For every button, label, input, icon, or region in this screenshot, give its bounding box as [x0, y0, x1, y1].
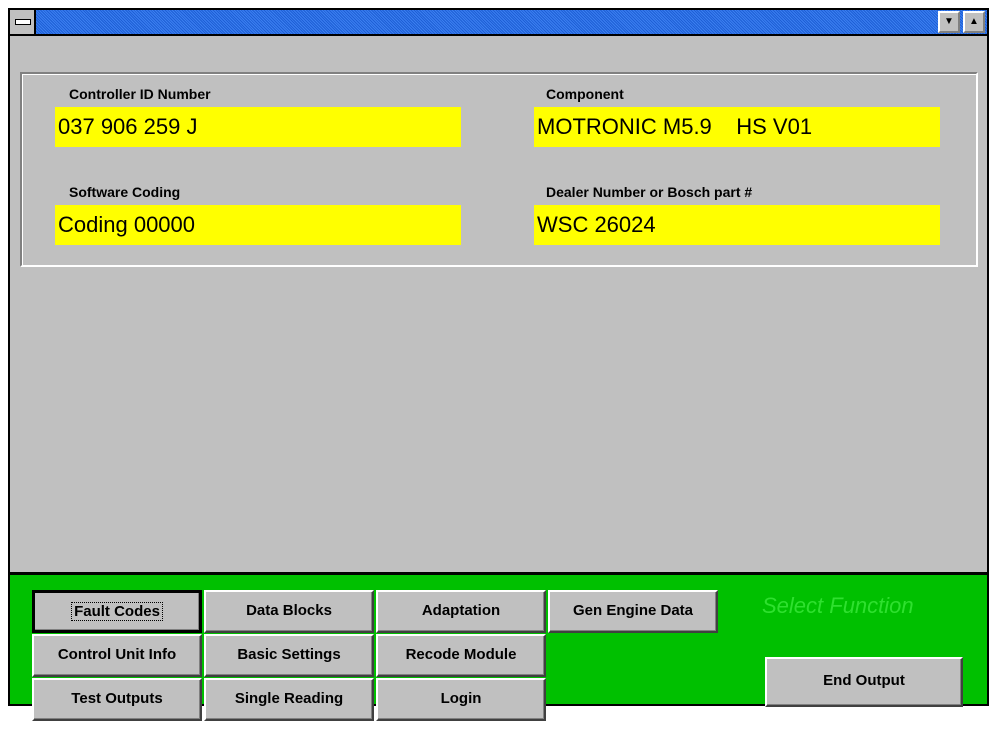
software-coding-label: Software Coding — [69, 184, 181, 200]
fault-codes-label: Fault Codes — [71, 602, 163, 621]
end-output-button[interactable]: End Output — [765, 657, 963, 707]
function-panel: Fault Codes Data Blocks Adaptation Gen E… — [10, 572, 987, 721]
maximize-button[interactable]: ▲ — [963, 11, 985, 33]
test-outputs-button[interactable]: Test Outputs — [32, 678, 202, 721]
data-blocks-button[interactable]: Data Blocks — [204, 590, 374, 633]
system-menu-button[interactable] — [10, 10, 36, 34]
minimize-button[interactable]: ▼ — [938, 11, 960, 33]
title-bar: ▼ ▲ — [10, 10, 987, 36]
window-menu-icon — [15, 19, 31, 25]
select-function-status: Select Function — [762, 593, 914, 618]
control-unit-info-button[interactable]: Control Unit Info — [32, 634, 202, 677]
gen-engine-data-button[interactable]: Gen Engine Data — [548, 590, 718, 633]
controller-info-panel: Controller ID Number 037 906 259 J Compo… — [20, 72, 978, 267]
dealer-number-label: Dealer Number or Bosch part # — [546, 184, 753, 200]
main-window: ▼ ▲ Controller ID Number 037 906 259 J C… — [8, 8, 989, 721]
single-reading-button[interactable]: Single Reading — [204, 678, 374, 721]
fault-codes-button[interactable]: Fault Codes — [32, 590, 202, 633]
adaptation-button[interactable]: Adaptation — [376, 590, 546, 633]
component-value: MOTRONIC M5.9 HS V01 — [534, 107, 940, 147]
software-coding-value: Coding 00000 — [55, 205, 461, 245]
login-button[interactable]: Login — [376, 678, 546, 721]
controller-id-value: 037 906 259 J — [55, 107, 461, 147]
dealer-number-value: WSC 26024 — [534, 205, 940, 245]
recode-module-button[interactable]: Recode Module — [376, 634, 546, 677]
basic-settings-button[interactable]: Basic Settings — [204, 634, 374, 677]
controller-id-label: Controller ID Number — [69, 86, 211, 102]
component-label: Component — [546, 86, 624, 102]
